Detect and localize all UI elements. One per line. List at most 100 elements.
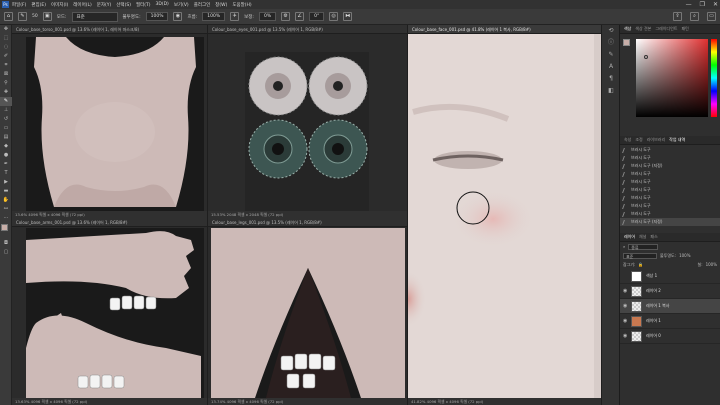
- zoom-tool-icon[interactable]: ⚯: [0, 205, 12, 214]
- quick-select-tool-icon[interactable]: ✐: [0, 52, 12, 61]
- document-legs[interactable]: Colour_base_legs_001.psd @ 13.5% (레이어 1,…: [208, 218, 408, 405]
- brush-tool-icon[interactable]: ✎: [0, 97, 12, 106]
- angle-icon[interactable]: ∠: [295, 12, 305, 21]
- brush-tool-icon[interactable]: ✎: [18, 12, 27, 21]
- hue-slider[interactable]: [711, 39, 717, 117]
- brush-settings-icon[interactable]: ▣: [42, 12, 52, 21]
- search-icon[interactable]: ⌕: [690, 12, 699, 21]
- pen-tool-icon[interactable]: ✒: [0, 160, 12, 169]
- healing-tool-icon[interactable]: ✚: [0, 88, 12, 97]
- pressure-opacity-icon[interactable]: ◉: [173, 12, 183, 21]
- tab-properties[interactable]: 속성: [624, 137, 631, 143]
- lock-icon[interactable]: 🔒: [638, 262, 643, 267]
- flow-input[interactable]: 100%: [202, 12, 226, 21]
- move-tool-icon[interactable]: ✥: [0, 25, 12, 34]
- document-torso[interactable]: Colour_base_torso_001.psd @ 13.6% (레이어 1…: [12, 25, 208, 218]
- close-button[interactable]: ✕: [713, 1, 718, 8]
- tab-paths[interactable]: 패스: [650, 234, 657, 240]
- foreground-color-swatch[interactable]: [623, 39, 630, 46]
- history-step[interactable]: 브러시 도구: [620, 178, 720, 186]
- history-step[interactable]: 브러시 도구: [620, 210, 720, 218]
- brush-size[interactable]: 50: [32, 14, 38, 19]
- eye-icon[interactable]: ◉: [623, 288, 631, 294]
- menu-view[interactable]: 보기(V): [174, 2, 189, 8]
- hand-tool-icon[interactable]: ✋: [0, 196, 12, 205]
- paragraph-icon[interactable]: ¶: [602, 73, 620, 85]
- gradient-tool-icon[interactable]: ▤: [0, 133, 12, 142]
- more-tools-icon[interactable]: ⋯: [0, 214, 12, 223]
- info-icon[interactable]: ⓘ: [602, 37, 620, 49]
- pressure-size-icon[interactable]: ◎: [329, 12, 339, 21]
- maximize-button[interactable]: ❐: [700, 1, 705, 8]
- eraser-tool-icon[interactable]: ▭: [0, 124, 12, 133]
- lasso-tool-icon[interactable]: ◌: [0, 43, 12, 52]
- menu-select[interactable]: 선택(S): [116, 2, 131, 8]
- menu-3d[interactable]: 3D(D): [156, 2, 169, 7]
- tab-gradients[interactable]: 그레이디언트: [655, 26, 677, 32]
- eyedropper-tool-icon[interactable]: ⚲: [0, 79, 12, 88]
- marquee-tool-icon[interactable]: ⬚: [0, 34, 12, 43]
- screen-mode-icon[interactable]: ▢: [0, 248, 12, 257]
- workspace-icon[interactable]: ▭: [707, 12, 716, 21]
- home-icon[interactable]: ⌂: [4, 12, 13, 21]
- clone-stamp-tool-icon[interactable]: ⊥: [0, 106, 12, 115]
- opacity-input[interactable]: 100%: [145, 12, 169, 21]
- shape-tool-icon[interactable]: ▬: [0, 187, 12, 196]
- minimize-button[interactable]: —: [686, 1, 692, 8]
- history-step[interactable]: 브러시 도구: [620, 146, 720, 154]
- history-step[interactable]: 브러시 도구 (지정): [620, 162, 720, 170]
- layer-row[interactable]: ◉ 레이어 1: [620, 314, 720, 329]
- layer-kind-filter[interactable]: 종류: [628, 243, 659, 250]
- type-tool-icon[interactable]: T: [0, 169, 12, 178]
- legs-canvas[interactable]: [211, 228, 405, 398]
- menu-file[interactable]: 파일(F): [12, 2, 26, 8]
- arms-canvas[interactable]: [26, 228, 204, 398]
- tab-channels[interactable]: 채널: [639, 234, 646, 240]
- crop-tool-icon[interactable]: ⌗: [0, 61, 12, 70]
- mode-select[interactable]: 표준: [71, 11, 118, 22]
- layer-row[interactable]: ◉ 레이어 0: [620, 329, 720, 344]
- symmetry-icon[interactable]: ⧓: [343, 12, 353, 21]
- quick-mask-icon[interactable]: ◘: [0, 239, 12, 248]
- document-eyes[interactable]: Colour_base_eyes_001.psd @ 13.5% (레이어 1,…: [208, 25, 408, 218]
- torso-canvas[interactable]: [26, 37, 204, 211]
- document-tab[interactable]: Colour_base_torso_001.psd @ 13.6% (레이어 1…: [12, 25, 207, 34]
- history-icon[interactable]: ⟲: [602, 25, 620, 37]
- layer-row[interactable]: 색상 1: [620, 269, 720, 284]
- document-arms[interactable]: Colour_base_arms_001.psd @ 13.6% (레이어 1,…: [12, 218, 208, 405]
- eye-icon[interactable]: ◉: [623, 303, 631, 309]
- tab-swatches[interactable]: 색상 견본: [635, 26, 651, 32]
- menu-plugins[interactable]: 플러그인: [194, 2, 211, 8]
- color-picker-field[interactable]: [636, 39, 708, 117]
- history-step[interactable]: 브러시 도구: [620, 202, 720, 210]
- eye-icon[interactable]: ◉: [623, 333, 631, 339]
- menu-image[interactable]: 이미지(I): [51, 2, 68, 8]
- tab-adjustments[interactable]: 조정: [635, 137, 642, 143]
- menu-filter[interactable]: 필터(T): [136, 2, 151, 8]
- history-step[interactable]: 브러시 도구: [620, 170, 720, 178]
- document-tab[interactable]: Colour_base_arms_001.psd @ 13.6% (레이어 1,…: [12, 218, 207, 227]
- tab-libraries[interactable]: 라이브러리: [647, 137, 665, 143]
- document-tab[interactable]: Colour_base_eyes_001.psd @ 13.5% (레이어 1,…: [208, 25, 407, 34]
- blur-tool-icon[interactable]: ◆: [0, 142, 12, 151]
- eye-icon[interactable]: ◉: [623, 318, 631, 324]
- document-tab[interactable]: Colour_base_legs_001.psd @ 13.5% (레이어 1,…: [208, 218, 407, 227]
- history-step[interactable]: 브러시 도구: [620, 186, 720, 194]
- menu-layer[interactable]: 레이어(L): [73, 2, 91, 8]
- menu-type[interactable]: 문자(Y): [97, 2, 112, 8]
- frame-tool-icon[interactable]: ⊠: [0, 70, 12, 79]
- foreground-color-swatch[interactable]: [1, 224, 8, 231]
- fill-value[interactable]: 100%: [706, 262, 717, 267]
- menu-edit[interactable]: 편집(E): [31, 2, 46, 8]
- layer-row[interactable]: ◉ 레이어 2: [620, 284, 720, 299]
- blend-mode-select[interactable]: 표준: [623, 252, 657, 259]
- navigator-icon[interactable]: ◧: [602, 85, 620, 97]
- layer-row-selected[interactable]: ◉ 레이어 1 복사: [620, 299, 720, 314]
- tab-history[interactable]: 작업 내역: [669, 137, 685, 143]
- smoothing-settings-icon[interactable]: ⚙: [281, 12, 291, 21]
- history-step[interactable]: 브러시 도구: [620, 194, 720, 202]
- character-icon[interactable]: A: [602, 61, 620, 73]
- history-step-current[interactable]: 브러시 도구 (지정): [620, 218, 720, 226]
- angle-input[interactable]: 0°: [309, 12, 325, 21]
- document-face[interactable]: Colour_base_face_001.psd @ 41.8% (레이어 1 …: [408, 25, 602, 405]
